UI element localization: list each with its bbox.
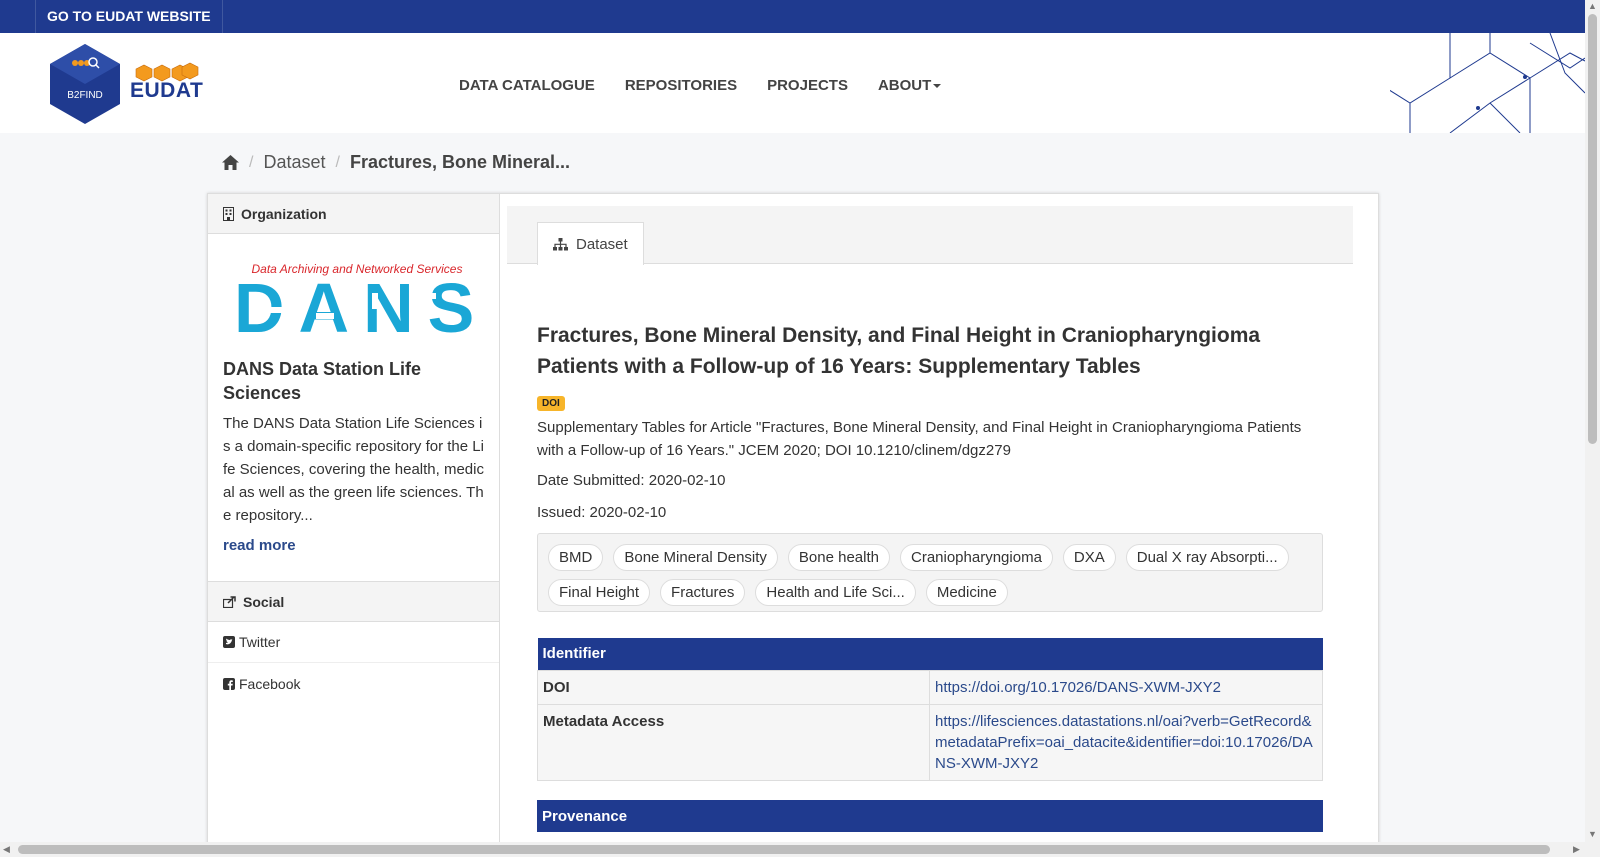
date-submitted: Date Submitted: 2020-02-10 bbox=[537, 472, 726, 489]
twitter-square-icon bbox=[223, 636, 235, 648]
facebook-square-icon bbox=[223, 677, 235, 690]
nav-about-label: ABOUT bbox=[877, 77, 932, 94]
metadata-access-label: Metadata Access bbox=[537, 703, 930, 781]
eudat-logo-text: EUDAT bbox=[130, 79, 204, 102]
social-section: Social bbox=[208, 581, 499, 622]
table-row: Metadata Access https://lifesciences.dat… bbox=[537, 703, 1323, 781]
b2find-logo[interactable]: B2FIND bbox=[48, 43, 122, 125]
tab-dataset[interactable]: Dataset bbox=[537, 222, 644, 265]
nav-projects[interactable]: PROJECTS bbox=[767, 77, 848, 94]
eudat-logo[interactable]: EUDAT bbox=[130, 61, 204, 107]
organization-description: The DANS Data Station Life Sciences is a… bbox=[223, 415, 484, 524]
table-row: DOI https://doi.org/10.17026/DANS-XWM-JX… bbox=[537, 669, 1323, 705]
tag-item[interactable]: Medicine bbox=[925, 579, 1008, 606]
provenance-table: Provenance bbox=[537, 800, 1323, 832]
sitemap-icon bbox=[553, 237, 568, 251]
tag-item[interactable]: DXA bbox=[1062, 544, 1116, 571]
tag-item[interactable]: Bone Mineral Density bbox=[613, 544, 778, 571]
tag-item[interactable]: Fractures bbox=[660, 579, 746, 606]
scroll-down-arrow-icon[interactable]: ▼ bbox=[1588, 829, 1597, 839]
identifier-heading: Identifier bbox=[537, 638, 1323, 670]
dans-logo[interactable]: Data Archiving and Networked Services DA… bbox=[232, 259, 482, 347]
tag-item[interactable]: Health and Life Sci... bbox=[755, 579, 916, 606]
svg-text:B2FIND: B2FIND bbox=[67, 90, 103, 101]
provenance-heading: Provenance bbox=[537, 800, 1323, 832]
identifier-table: Identifier DOI https://doi.org/10.17026/… bbox=[537, 638, 1323, 781]
social-heading-label: Social bbox=[243, 593, 285, 610]
organization-heading: Organization bbox=[208, 194, 499, 234]
facebook-label: Facebook bbox=[239, 675, 301, 692]
horizontal-scrollbar[interactable]: ◀ ▶ bbox=[0, 842, 1600, 857]
header: B2FIND EUDAT DATA CATALOGUE REPOSITORIES… bbox=[0, 33, 1585, 133]
breadcrumb: / Dataset / Fractures, Bone Mineral... bbox=[222, 152, 570, 173]
svg-text:DANS: DANS bbox=[234, 269, 482, 337]
home-icon[interactable] bbox=[222, 155, 239, 170]
tab-bar: Dataset bbox=[507, 206, 1353, 265]
nav-data-catalogue[interactable]: DATA CATALOGUE bbox=[459, 77, 595, 94]
twitter-label: Twitter bbox=[239, 634, 281, 650]
breadcrumb-dataset[interactable]: Dataset bbox=[263, 152, 325, 173]
doi-badge: DOI bbox=[537, 396, 565, 411]
hexagon-pattern-decoration bbox=[1390, 33, 1585, 133]
twitter-link[interactable]: Twitter bbox=[208, 622, 499, 663]
organization-heading-label: Organization bbox=[241, 205, 327, 222]
building-icon bbox=[223, 206, 234, 221]
tab-dataset-label: Dataset bbox=[576, 235, 628, 253]
horizontal-scroll-thumb[interactable] bbox=[18, 845, 1550, 854]
tag-item[interactable]: Bone health bbox=[787, 544, 890, 571]
top-bar: GO TO EUDAT WEBSITE bbox=[0, 0, 1585, 33]
tag-list: BMD Bone Mineral Density Bone health Cra… bbox=[537, 533, 1323, 612]
tag-item[interactable]: BMD bbox=[548, 544, 604, 571]
breadcrumb-separator: / bbox=[335, 153, 340, 171]
tag-item[interactable]: Craniopharyngioma bbox=[900, 544, 1053, 571]
nav-repositories[interactable]: REPOSITORIES bbox=[625, 77, 737, 94]
doi-label: DOI bbox=[537, 669, 930, 705]
scroll-right-arrow-icon[interactable]: ▶ bbox=[1573, 844, 1580, 855]
facebook-link[interactable]: Facebook bbox=[208, 663, 499, 704]
dataset-title: Fractures, Bone Mineral Density, and Fin… bbox=[537, 324, 1261, 378]
doi-link[interactable]: https://doi.org/10.17026/DANS-XWM-JXY2 bbox=[935, 679, 1221, 696]
nav-about[interactable]: ABOUT bbox=[877, 77, 942, 94]
vertical-scrollbar[interactable]: ▲ ▼ bbox=[1585, 0, 1600, 842]
scroll-up-arrow-icon[interactable]: ▲ bbox=[1588, 1, 1597, 11]
dataset-content: Dataset Fractures, Bone Mineral Density,… bbox=[507, 206, 1353, 832]
caret-down-icon bbox=[933, 84, 942, 89]
date-issued: Issued: 2020-02-10 bbox=[537, 504, 667, 521]
vertical-scroll-thumb[interactable] bbox=[1588, 14, 1597, 444]
b2find-hexagon-icon: B2FIND bbox=[50, 44, 120, 124]
scroll-left-arrow-icon[interactable]: ◀ bbox=[3, 844, 10, 855]
read-more-link[interactable]: read more bbox=[223, 537, 296, 554]
breadcrumb-separator: / bbox=[249, 153, 254, 171]
main-nav: DATA CATALOGUE REPOSITORIES PROJECTS ABO… bbox=[459, 77, 942, 94]
organization-title: DANS Data Station Life Sciences bbox=[223, 359, 422, 403]
social-heading: Social bbox=[208, 582, 499, 622]
tag-item[interactable]: Final Height bbox=[548, 579, 651, 606]
dataset-description: Supplementary Tables for Article "Fractu… bbox=[537, 419, 1302, 459]
breadcrumb-current: Fractures, Bone Mineral... bbox=[349, 152, 571, 172]
go-to-eudat-link[interactable]: GO TO EUDAT WEBSITE bbox=[35, 0, 223, 33]
share-icon bbox=[223, 595, 236, 608]
sidebar: Organization Data Archiving and Networke… bbox=[208, 194, 500, 854]
metadata-access-link[interactable]: https://lifesciences.datastations.nl/oai… bbox=[935, 713, 1313, 772]
main-container: Organization Data Archiving and Networke… bbox=[207, 193, 1379, 854]
tag-item[interactable]: Dual X ray Absorpti... bbox=[1125, 544, 1289, 571]
